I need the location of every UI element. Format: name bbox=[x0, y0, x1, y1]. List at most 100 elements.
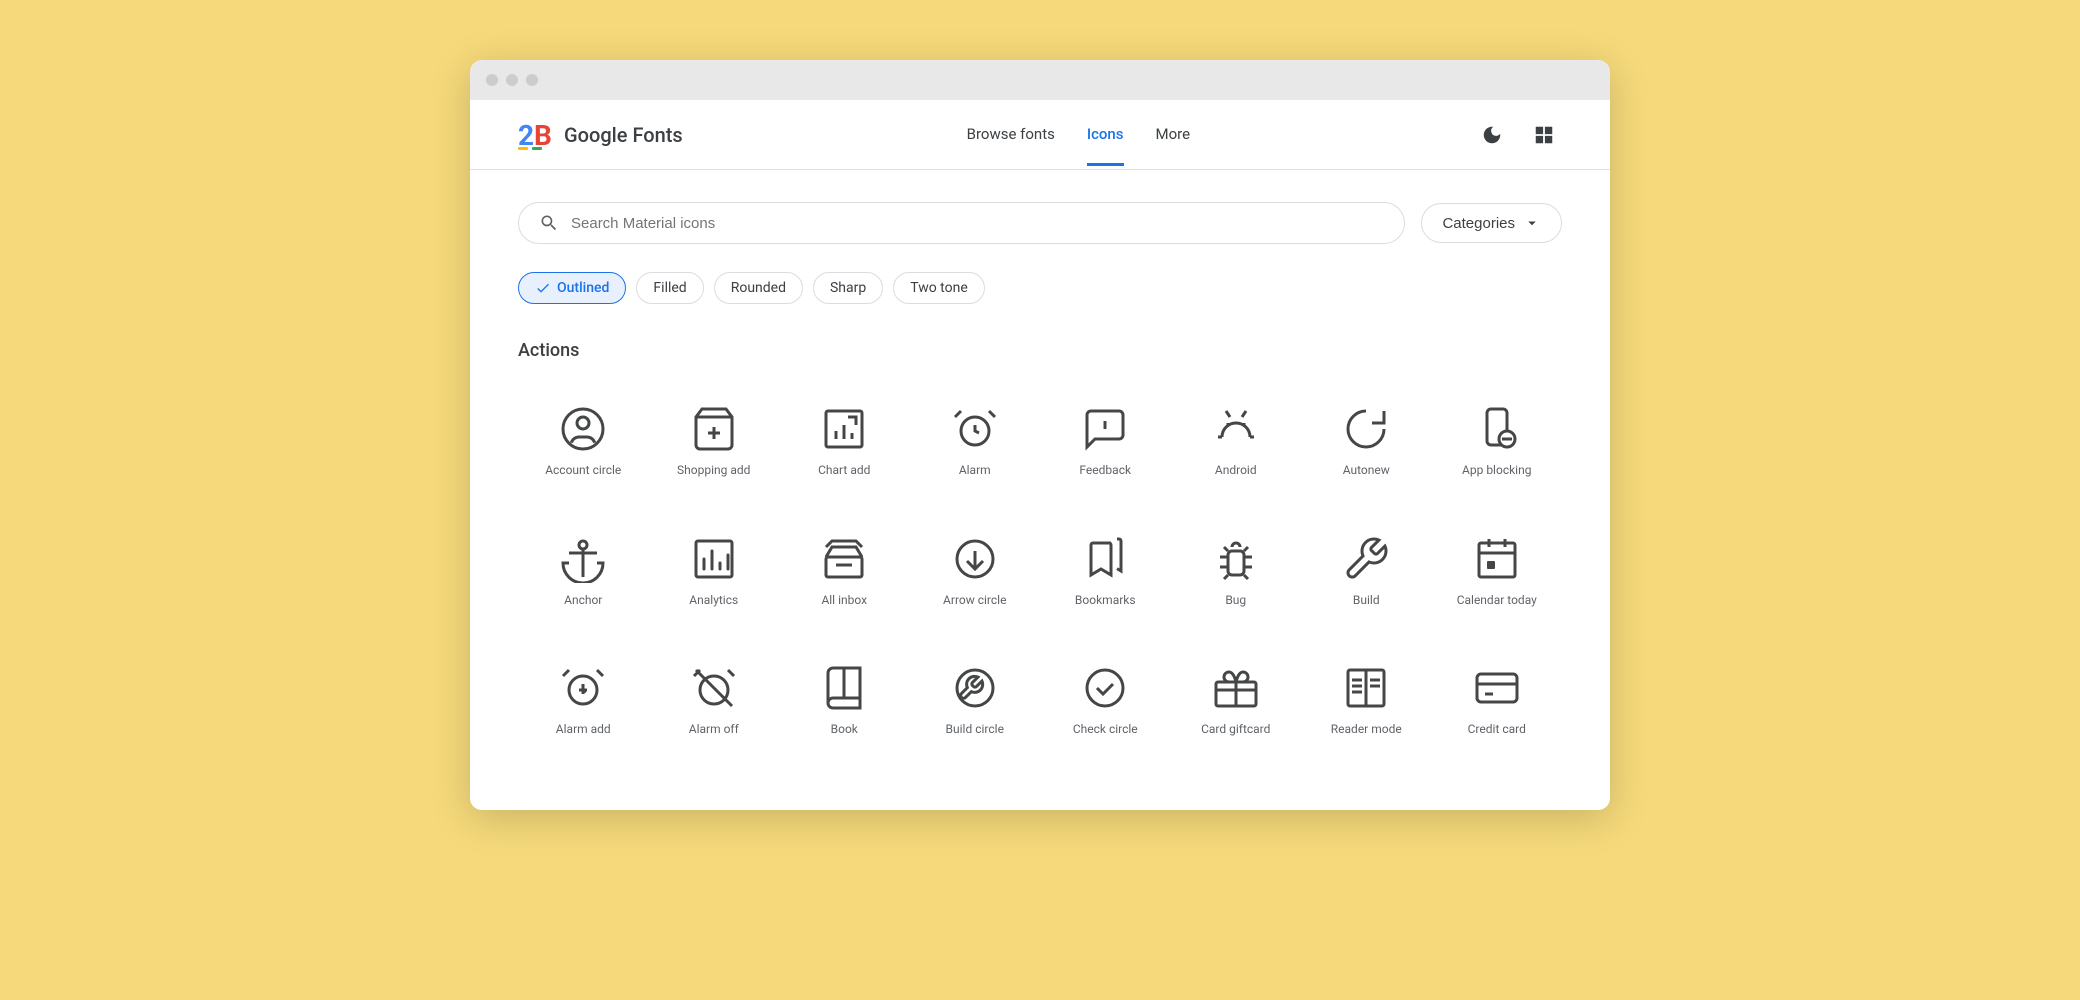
search-row: Categories bbox=[518, 202, 1562, 244]
filter-twotone-label: Two tone bbox=[910, 280, 968, 296]
icon-chart-add[interactable]: Chart add bbox=[779, 389, 910, 495]
nav-area: Browse fonts Icons More bbox=[967, 103, 1190, 166]
icon-label-analytics: Analytics bbox=[689, 593, 738, 609]
arrow-circle-icon bbox=[951, 535, 999, 583]
icon-label-anchor: Anchor bbox=[564, 593, 602, 609]
icon-label-bookmarks: Bookmarks bbox=[1075, 593, 1136, 609]
filter-rounded-label: Rounded bbox=[731, 280, 786, 296]
build-circle-icon bbox=[951, 664, 999, 712]
card-giftcard-icon bbox=[1212, 664, 1260, 712]
browser-dot-3 bbox=[526, 74, 538, 86]
search-icon bbox=[539, 213, 559, 233]
nav-browse-fonts[interactable]: Browse fonts bbox=[967, 103, 1055, 166]
icon-label-build: Build bbox=[1353, 593, 1380, 609]
shopping-add-icon bbox=[690, 405, 738, 453]
icon-all-inbox[interactable]: All inbox bbox=[779, 519, 910, 625]
icon-card-giftcard[interactable]: Card giftcard bbox=[1171, 648, 1302, 754]
check-circle-icon bbox=[1081, 664, 1129, 712]
icon-account-circle[interactable]: Account circle bbox=[518, 389, 649, 495]
alarm-add-icon bbox=[559, 664, 607, 712]
icon-analytics[interactable]: Analytics bbox=[649, 519, 780, 625]
icon-reader-mode[interactable]: Reader mode bbox=[1301, 648, 1432, 754]
nav-more[interactable]: More bbox=[1156, 103, 1191, 166]
icon-alarm-add[interactable]: Alarm add bbox=[518, 648, 649, 754]
icon-alarm[interactable]: Alarm bbox=[910, 389, 1041, 495]
icon-arrow-circle[interactable]: Arrow circle bbox=[910, 519, 1041, 625]
icon-label-arrow-circle: Arrow circle bbox=[943, 593, 1006, 609]
icon-alarm-off[interactable]: Alarm off bbox=[649, 648, 780, 754]
book-icon bbox=[820, 664, 868, 712]
theme-toggle-button[interactable] bbox=[1474, 117, 1510, 153]
actions-section: Actions Account circle bbox=[518, 340, 1562, 754]
feedback-icon bbox=[1081, 405, 1129, 453]
grid-icon bbox=[1533, 124, 1555, 146]
anchor-icon bbox=[559, 535, 607, 583]
icon-label-build-circle: Build circle bbox=[946, 722, 1004, 738]
icon-label-credit-card: Credit card bbox=[1468, 722, 1526, 738]
all-inbox-icon bbox=[820, 535, 868, 583]
alarm-icon bbox=[951, 405, 999, 453]
browser-chrome bbox=[470, 60, 1610, 100]
search-input[interactable] bbox=[571, 215, 1384, 232]
filter-chip-outlined[interactable]: Outlined bbox=[518, 272, 626, 304]
grid-view-button[interactable] bbox=[1526, 117, 1562, 153]
account-circle-icon bbox=[559, 405, 607, 453]
icon-bug[interactable]: Bug bbox=[1171, 519, 1302, 625]
nav-icons-area bbox=[1474, 117, 1562, 153]
icon-label-calendar-today: Calendar today bbox=[1457, 593, 1537, 609]
bug-icon bbox=[1212, 535, 1260, 583]
header: 2 B Google Fonts Browse fonts Icons More bbox=[470, 100, 1610, 170]
icon-label-reader-mode: Reader mode bbox=[1331, 722, 1402, 738]
autonew-icon bbox=[1342, 405, 1390, 453]
icon-check-circle[interactable]: Check circle bbox=[1040, 648, 1171, 754]
nav-icons[interactable]: Icons bbox=[1087, 103, 1124, 166]
icon-label-bug: Bug bbox=[1225, 593, 1246, 609]
icon-android[interactable]: Android bbox=[1171, 389, 1302, 495]
section-title-actions: Actions bbox=[518, 340, 1562, 361]
icon-label-android: Android bbox=[1215, 463, 1257, 479]
icon-feedback[interactable]: Feedback bbox=[1040, 389, 1171, 495]
reader-mode-icon bbox=[1342, 664, 1390, 712]
icon-anchor[interactable]: Anchor bbox=[518, 519, 649, 625]
icon-label-autonew: Autonew bbox=[1343, 463, 1390, 479]
filter-chip-rounded[interactable]: Rounded bbox=[714, 272, 803, 304]
logo-text: Google Fonts bbox=[564, 123, 683, 147]
filter-chip-twotone[interactable]: Two tone bbox=[893, 272, 985, 304]
icon-build[interactable]: Build bbox=[1301, 519, 1432, 625]
icon-label-feedback: Feedback bbox=[1079, 463, 1131, 479]
icon-autonew[interactable]: Autonew bbox=[1301, 389, 1432, 495]
android-icon bbox=[1212, 405, 1260, 453]
calendar-today-icon bbox=[1473, 535, 1521, 583]
icon-label-check-circle: Check circle bbox=[1073, 722, 1138, 738]
filter-outlined-label: Outlined bbox=[557, 280, 609, 296]
logo-area: 2 B Google Fonts bbox=[518, 117, 683, 153]
icons-row-3: Alarm add Alarm off bbox=[518, 648, 1562, 754]
build-icon bbox=[1342, 535, 1390, 583]
icon-calendar-today[interactable]: Calendar today bbox=[1432, 519, 1563, 625]
icon-label-card-giftcard: Card giftcard bbox=[1201, 722, 1270, 738]
filter-sharp-label: Sharp bbox=[830, 280, 866, 296]
credit-card-icon bbox=[1473, 664, 1521, 712]
icon-label-alarm: Alarm bbox=[959, 463, 991, 479]
categories-button[interactable]: Categories bbox=[1421, 203, 1562, 243]
icon-shopping-add[interactable]: Shopping add bbox=[649, 389, 780, 495]
app-blocking-icon bbox=[1473, 405, 1521, 453]
filter-chip-filled[interactable]: Filled bbox=[636, 272, 703, 304]
categories-label: Categories bbox=[1442, 215, 1515, 232]
bookmarks-icon bbox=[1081, 535, 1129, 583]
icon-label-account-circle: Account circle bbox=[545, 463, 621, 479]
icon-credit-card[interactable]: Credit card bbox=[1432, 648, 1563, 754]
chevron-down-icon bbox=[1523, 214, 1541, 232]
icon-build-circle[interactable]: Build circle bbox=[910, 648, 1041, 754]
icon-label-chart-add: Chart add bbox=[818, 463, 870, 479]
filter-chip-sharp[interactable]: Sharp bbox=[813, 272, 883, 304]
filter-filled-label: Filled bbox=[653, 280, 686, 296]
main-content: Categories Outlined Filled Rounded Sha bbox=[470, 170, 1610, 810]
icon-app-blocking[interactable]: App blocking bbox=[1432, 389, 1563, 495]
filter-row: Outlined Filled Rounded Sharp Two tone bbox=[518, 272, 1562, 304]
icon-book[interactable]: Book bbox=[779, 648, 910, 754]
icons-row-2: Anchor Analytics bbox=[518, 519, 1562, 625]
icon-bookmarks[interactable]: Bookmarks bbox=[1040, 519, 1171, 625]
analytics-icon bbox=[690, 535, 738, 583]
check-icon bbox=[535, 280, 551, 296]
